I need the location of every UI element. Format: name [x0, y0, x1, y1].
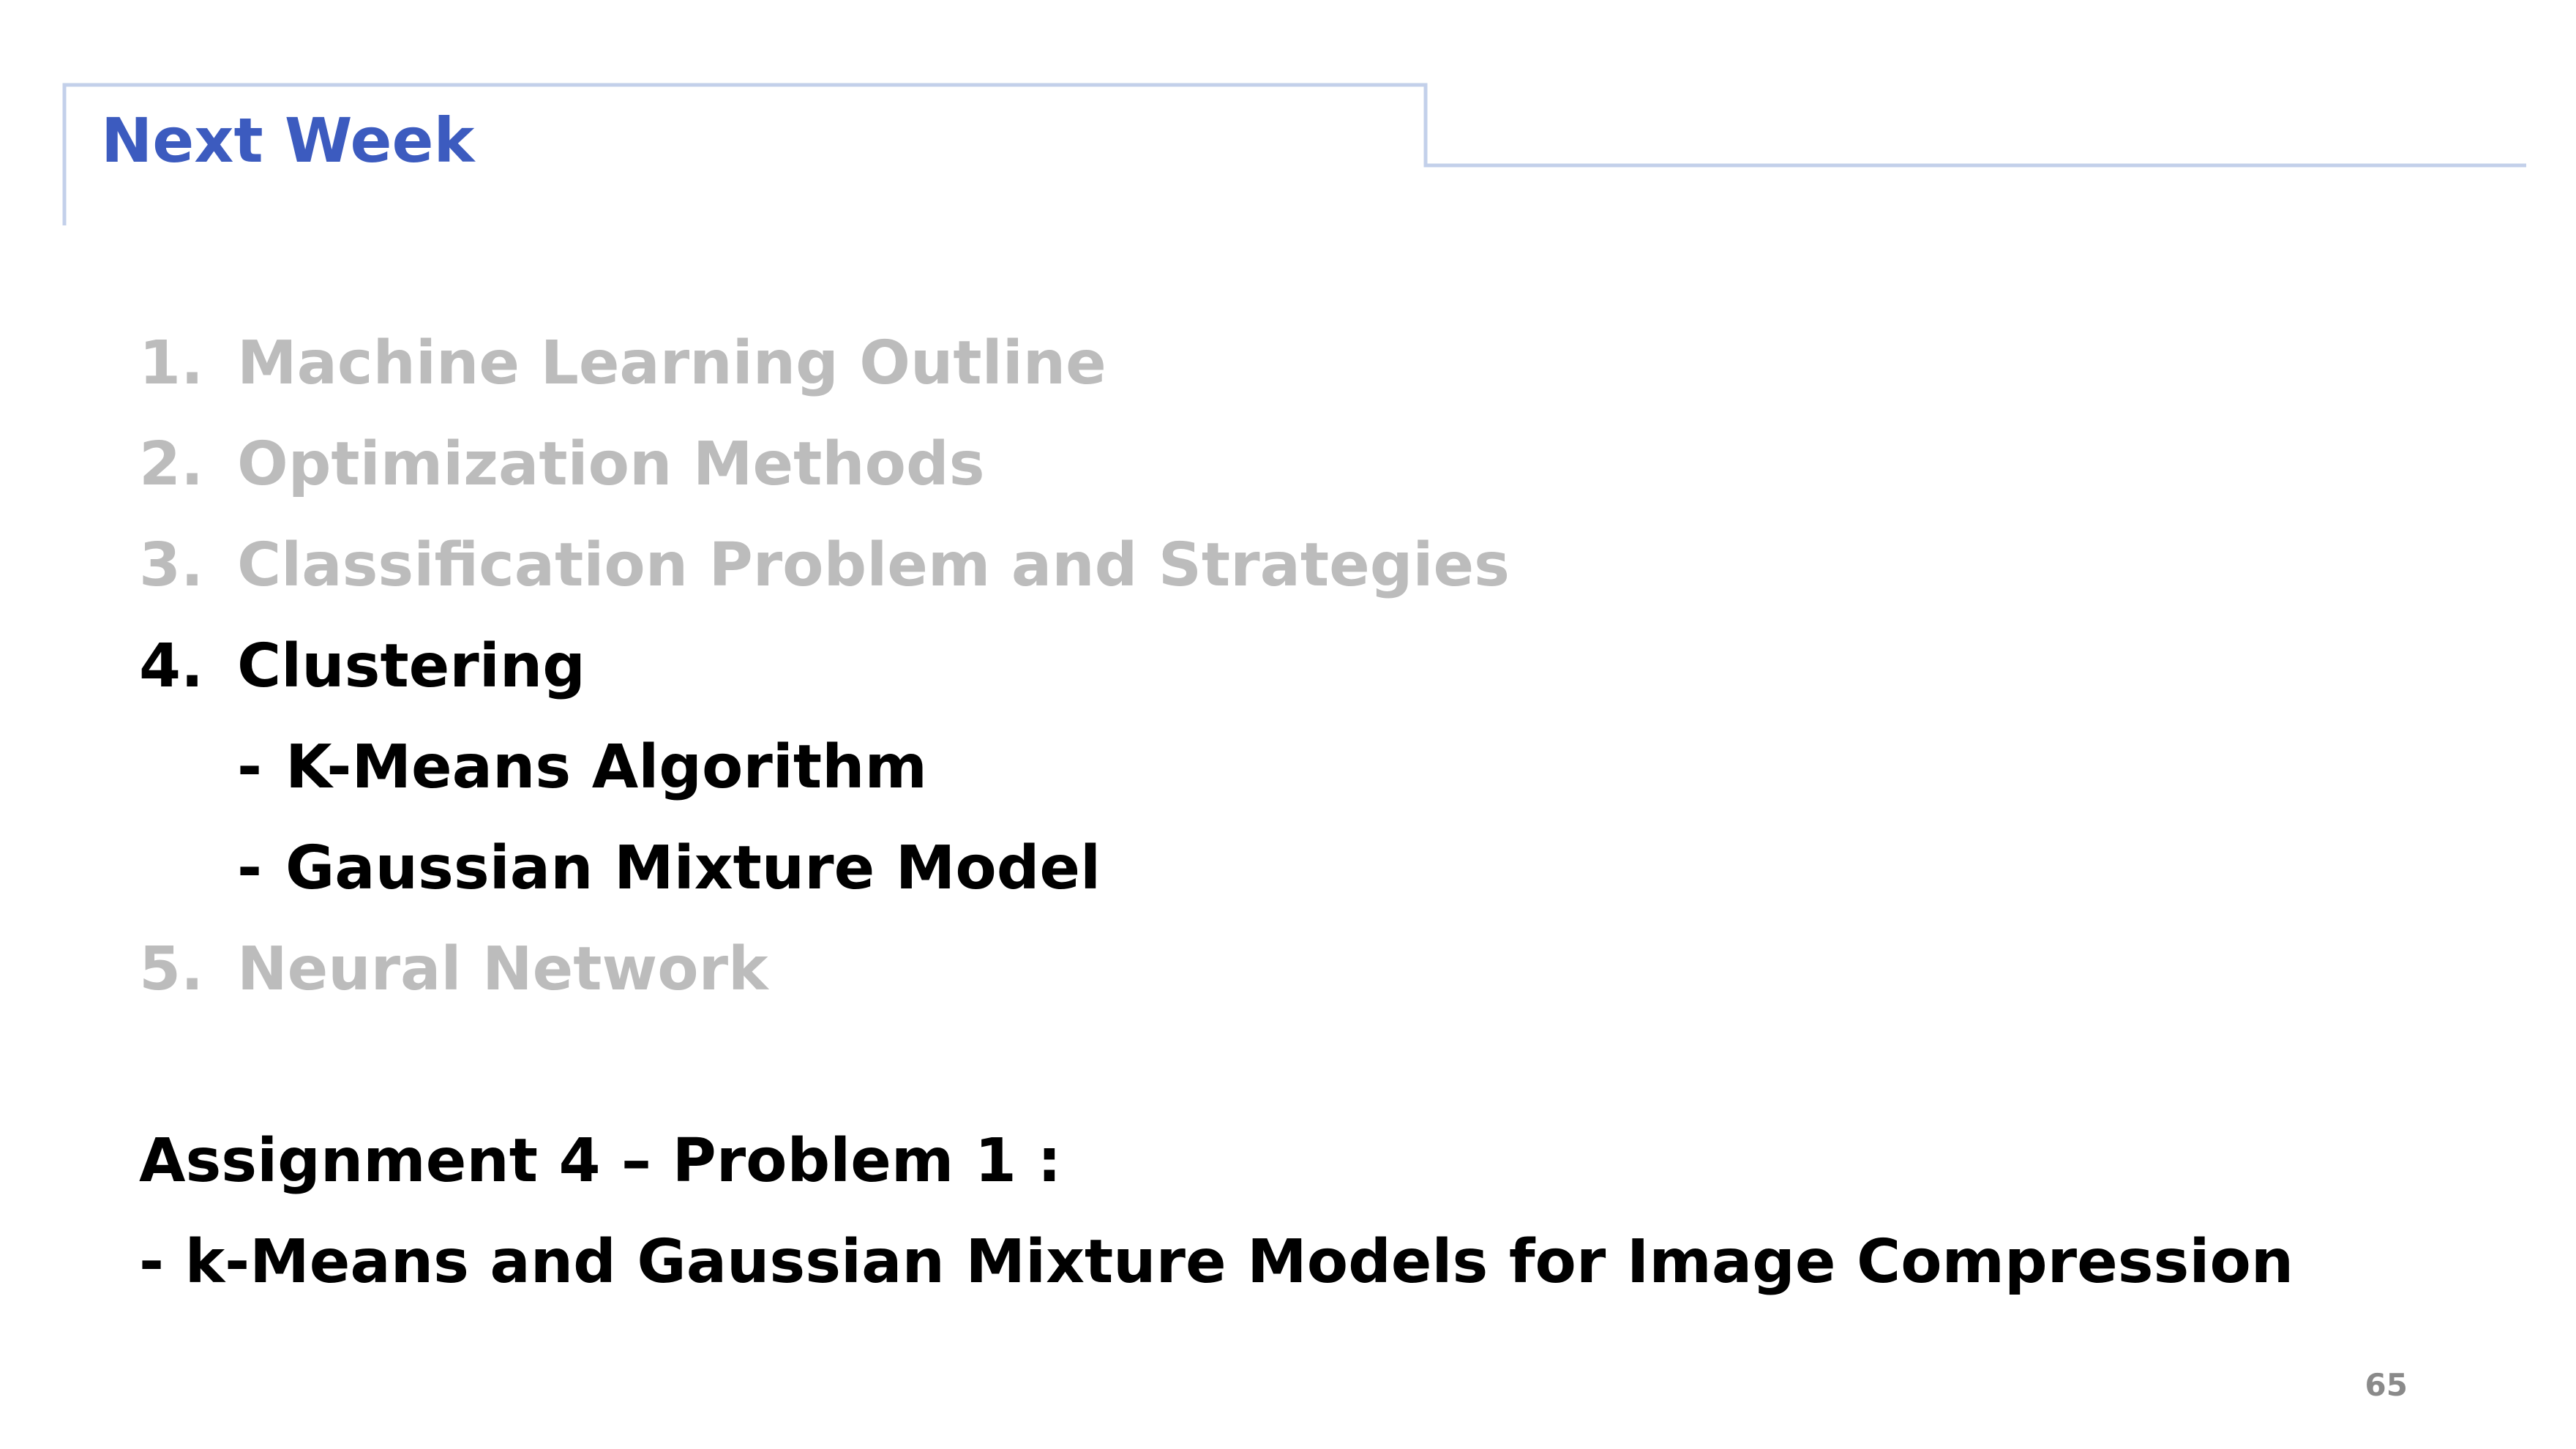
outline-item-classification: 3. Classification Problem and Strategies: [139, 515, 1895, 616]
slide-title: Next Week: [101, 105, 475, 176]
outline-item-label: Optimization Methods: [237, 430, 985, 499]
slide: Next Week 1. Machine Learning Outline 2.…: [0, 0, 2576, 1449]
outline-item-label: Classification Problem and Strategies: [237, 531, 1510, 600]
outline-item-label: Machine Learning Outline: [237, 329, 1107, 398]
outline-item-number: 2.: [139, 430, 204, 499]
outline-item-number: 5.: [139, 935, 204, 1004]
outline-subitem-k-means: - K-Means Algorithm: [139, 717, 1895, 818]
outline-item-number: 1.: [139, 329, 204, 398]
outline-subitem-gaussian-mixture: - Gaussian Mixture Model: [139, 818, 1895, 919]
outline-item-number: 4.: [139, 632, 204, 701]
assignment-block: Assignment 4 – Problem 1 : - k-Means and…: [139, 1111, 2481, 1313]
outline-item-machine-learning-outline: 1. Machine Learning Outline: [139, 313, 1895, 414]
outline-list: 1. Machine Learning Outline 2. Optimizat…: [139, 313, 1895, 1020]
subitem-label: K-Means Algorithm: [285, 733, 927, 802]
assignment-detail: - k-Means and Gaussian Mixture Models fo…: [139, 1227, 2294, 1297]
outline-item-optimization-methods: 2. Optimization Methods: [139, 414, 1895, 515]
outline-item-neural-network: 5. Neural Network: [139, 919, 1895, 1020]
subitem-dash: -: [237, 834, 263, 903]
outline-item-clustering: 4. Clustering: [139, 616, 1895, 717]
subitem-label: Gaussian Mixture Model: [285, 834, 1101, 903]
outline-item-number: 3.: [139, 531, 204, 600]
page-number: 65: [2365, 1367, 2408, 1403]
assignment-heading: Assignment 4 – Problem 1 :: [139, 1126, 1062, 1196]
subitem-dash: -: [237, 733, 263, 802]
outline-item-label: Neural Network: [237, 935, 768, 1004]
outline-item-label: Clustering: [237, 632, 585, 701]
